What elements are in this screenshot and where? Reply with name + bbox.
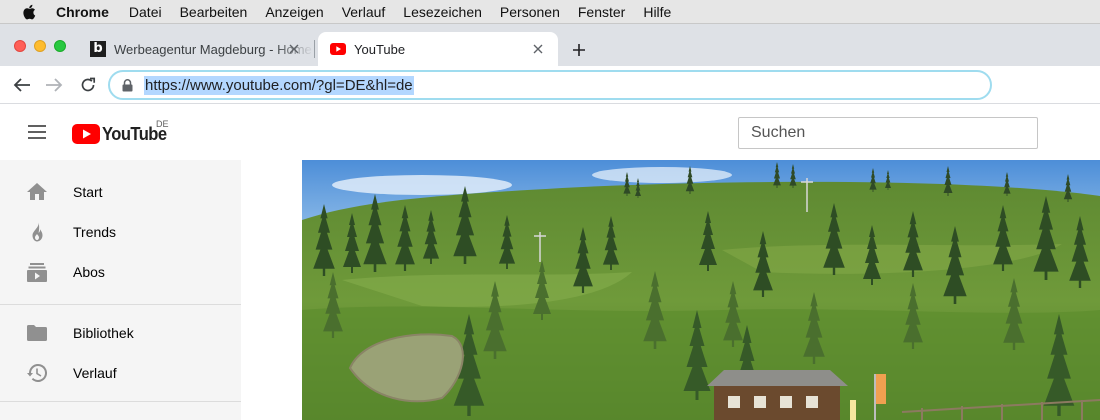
menu-anzeigen[interactable]: Anzeigen xyxy=(265,4,323,20)
window-minimize-button[interactable] xyxy=(34,40,46,52)
forward-button[interactable] xyxy=(44,75,64,95)
menu-personen[interactable]: Personen xyxy=(500,4,560,20)
youtube-guide-sidebar: Start Trends Abos Bibliothek Verlauf xyxy=(0,160,241,420)
guide-item-abos[interactable]: Abos xyxy=(0,252,241,292)
folder-icon xyxy=(26,322,48,344)
menu-app-chrome[interactable]: Chrome xyxy=(56,4,109,20)
guide-label: Trends xyxy=(73,224,117,240)
main-content xyxy=(241,160,1100,420)
home-icon xyxy=(26,181,48,203)
tab-title: Werbeagentur Magdeburg - Home xyxy=(114,41,312,57)
guide-label: Start xyxy=(73,184,103,200)
tab-youtube[interactable]: YouTube xyxy=(318,32,558,66)
close-icon[interactable] xyxy=(530,41,546,57)
guide-separator xyxy=(0,401,241,402)
address-bar[interactable]: https://www.youtube.com/?gl=DE&hl=de xyxy=(108,70,992,100)
reload-button[interactable] xyxy=(78,75,98,95)
subscriptions-icon xyxy=(26,261,48,283)
window-zoom-button[interactable] xyxy=(54,40,66,52)
search-input[interactable] xyxy=(738,117,1038,149)
guide-item-trends[interactable]: Trends xyxy=(0,212,241,252)
alpine-meadow-photo xyxy=(302,160,1100,420)
browser-toolbar: https://www.youtube.com/?gl=DE&hl=de xyxy=(0,66,1100,104)
guide-label: Bibliothek xyxy=(73,325,134,341)
youtube-favicon-icon xyxy=(330,43,346,55)
guide-separator xyxy=(0,304,241,305)
guide-item-verlauf[interactable]: Verlauf xyxy=(0,353,241,393)
url-text[interactable]: https://www.youtube.com/?gl=DE&hl=de xyxy=(144,75,414,95)
hero-image[interactable] xyxy=(302,160,1100,420)
menu-bearbeiten[interactable]: Bearbeiten xyxy=(180,4,248,20)
guide-item-bibliothek[interactable]: Bibliothek xyxy=(0,313,241,353)
macos-menubar: Chrome Datei Bearbeiten Anzeigen Verlauf… xyxy=(0,0,1100,24)
menu-fenster[interactable]: Fenster xyxy=(578,4,625,20)
menu-datei[interactable]: Datei xyxy=(129,4,162,20)
window-close-button[interactable] xyxy=(14,40,26,52)
guide-label: Abos xyxy=(73,264,105,280)
flame-icon xyxy=(26,221,48,243)
menu-hamburger-icon[interactable] xyxy=(26,122,48,142)
apple-logo-icon[interactable] xyxy=(22,4,36,20)
tab-werbeagentur[interactable]: b Werbeagentur Magdeburg - Home xyxy=(82,32,315,66)
guide-item-start[interactable]: Start xyxy=(0,172,241,212)
youtube-logo[interactable]: YouTube DE xyxy=(72,119,172,146)
new-tab-button[interactable] xyxy=(570,41,588,59)
menu-verlauf[interactable]: Verlauf xyxy=(342,4,386,20)
country-code: DE xyxy=(156,119,169,129)
tab-title: YouTube xyxy=(354,41,406,57)
back-button[interactable] xyxy=(12,75,32,95)
menu-hilfe[interactable]: Hilfe xyxy=(643,4,671,20)
history-icon xyxy=(26,362,48,384)
guide-label: Verlauf xyxy=(73,365,117,381)
menu-lesezeichen[interactable]: Lesezeichen xyxy=(403,4,482,20)
youtube-masthead: YouTube DE xyxy=(0,104,1100,160)
youtube-play-logo-icon xyxy=(72,124,100,144)
tab-strip: b Werbeagentur Magdeburg - Home YouTube xyxy=(0,24,1100,66)
lock-icon[interactable] xyxy=(122,78,136,92)
close-icon[interactable] xyxy=(286,41,302,57)
bhp-favicon-icon: b xyxy=(90,41,106,57)
